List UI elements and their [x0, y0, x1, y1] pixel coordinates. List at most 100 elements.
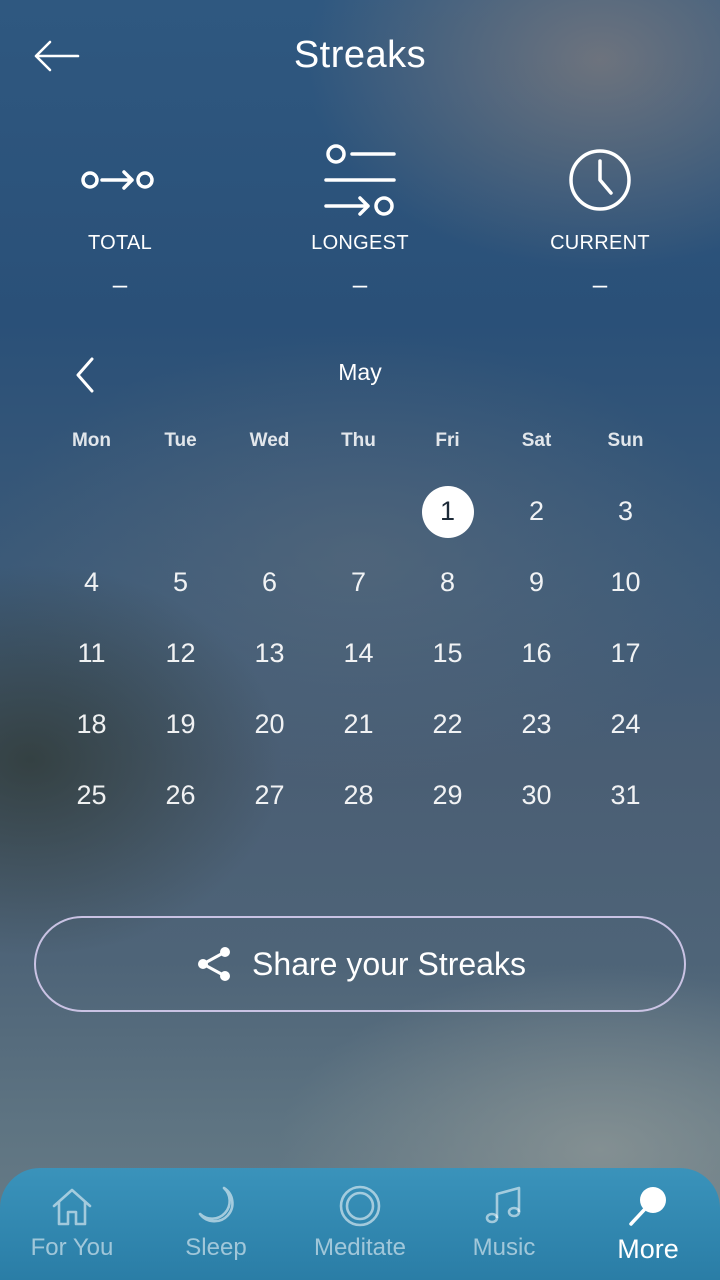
stat-total-label: TOTAL: [87, 232, 153, 254]
calendar-day-number: 2: [528, 496, 545, 526]
calendar-day-number: 16: [521, 638, 552, 668]
calendar-day[interactable]: 22: [403, 689, 492, 760]
calendar-day[interactable]: 21: [314, 689, 403, 760]
calendar-day-number: 4: [83, 567, 100, 597]
calendar-day[interactable]: 17: [581, 618, 670, 689]
calendar-day[interactable]: 15: [403, 618, 492, 689]
tab-more[interactable]: More: [576, 1168, 720, 1280]
tab-sleep[interactable]: Sleep: [144, 1168, 288, 1280]
calendar-blank: [136, 476, 225, 547]
tab-for-you[interactable]: For You: [0, 1168, 144, 1280]
tab-music[interactable]: Music: [432, 1168, 576, 1280]
calendar-day[interactable]: 7: [314, 547, 403, 618]
tab-meditate[interactable]: Meditate: [288, 1168, 432, 1280]
calendar-day-number: 6: [261, 567, 278, 597]
calendar-grid: 1 2 3 4 5 6 7 8 9 10 11 12 13 14 15 16 17 18 19 20 21 22 23 24 2…: [47, 476, 670, 831]
stat-current-label: CURRENT: [550, 232, 650, 254]
tab-label: Music: [472, 1234, 536, 1261]
tab-label: Sleep: [185, 1234, 247, 1261]
calendar-day[interactable]: 5: [136, 547, 225, 618]
calendar-day[interactable]: 3: [581, 476, 670, 547]
calendar-day-number: 8: [439, 567, 456, 597]
calendar-day-number: 14: [343, 638, 374, 668]
stat-total-value: –: [112, 269, 128, 299]
calendar-day-selected[interactable]: 1: [403, 476, 492, 547]
calendar-day-number: 7: [350, 567, 367, 597]
calendar-day-number: 28: [343, 780, 374, 810]
calendar-day-number: 9: [528, 567, 545, 597]
stat-current-value: –: [592, 269, 608, 299]
calendar-day-number: 13: [254, 638, 285, 668]
bottom-tab-bar: For You Sleep Meditate Music More: [0, 1168, 720, 1280]
tab-label: Meditate: [313, 1234, 407, 1261]
calendar-day[interactable]: 19: [136, 689, 225, 760]
calendar-day[interactable]: 24: [581, 689, 670, 760]
share-streaks-button[interactable]: Share your Streaks: [34, 916, 686, 1012]
calendar-day-number: 21: [343, 709, 374, 739]
house-icon: [52, 1188, 92, 1226]
top-bar: Streaks: [0, 0, 720, 112]
calendar-day[interactable]: 30: [492, 760, 581, 831]
calendar-day[interactable]: 28: [314, 760, 403, 831]
calendar-day-number: 18: [76, 709, 107, 739]
calendar-day-number: 27: [254, 780, 285, 810]
weekday-label: Thu: [341, 430, 376, 451]
calendar-day-number: 26: [165, 780, 196, 810]
calendar-day[interactable]: 23: [492, 689, 581, 760]
calendar-day-number: 11: [77, 638, 106, 668]
tab-label: For You: [30, 1234, 114, 1261]
calendar-day[interactable]: 6: [225, 547, 314, 618]
calendar-day[interactable]: 16: [492, 618, 581, 689]
calendar-day[interactable]: 14: [314, 618, 403, 689]
weekday-label: Sat: [521, 430, 552, 451]
tab-label: More: [617, 1234, 679, 1264]
stat-total: TOTAL –: [20, 140, 220, 299]
stat-current: CURRENT –: [500, 140, 700, 299]
calendar-day[interactable]: 2: [492, 476, 581, 547]
stat-longest-value: –: [352, 269, 368, 299]
calendar-day-number: 1: [421, 485, 474, 538]
calendar-day[interactable]: 29: [403, 760, 492, 831]
calendar-day[interactable]: 20: [225, 689, 314, 760]
calendar-day[interactable]: 27: [225, 760, 314, 831]
calendar-day-number: 17: [610, 638, 641, 668]
calendar-day[interactable]: 4: [47, 547, 136, 618]
calendar-day-number: 15: [432, 638, 463, 668]
list-arrow-icon: [260, 140, 460, 220]
calendar-day[interactable]: 26: [136, 760, 225, 831]
calendar-day[interactable]: 25: [47, 760, 136, 831]
calendar-day[interactable]: 10: [581, 547, 670, 618]
calendar-day[interactable]: 31: [581, 760, 670, 831]
calendar-day-number: 10: [610, 567, 641, 597]
share-button-label: Share your Streaks: [252, 945, 526, 982]
page-title: Streaks: [293, 34, 427, 76]
weekday-label: Sun: [607, 430, 644, 451]
weekday-label: Tue: [164, 430, 197, 451]
calendar-day-number: 19: [165, 709, 196, 739]
calendar-day[interactable]: 11: [47, 618, 136, 689]
calendar-day-number: 30: [521, 780, 552, 810]
calendar-blank: [314, 476, 403, 547]
calendar-day[interactable]: 18: [47, 689, 136, 760]
weekday-label: Mon: [71, 430, 112, 451]
calendar-day[interactable]: 8: [403, 547, 492, 618]
dots-arrow-icon: [20, 140, 220, 220]
month-label: May: [338, 359, 382, 385]
calendar-day[interactable]: 13: [225, 618, 314, 689]
moon-icon: [198, 1186, 234, 1223]
calendar-day[interactable]: 9: [492, 547, 581, 618]
stat-longest-label: LONGEST: [311, 232, 409, 254]
month-navigator: May: [0, 345, 720, 405]
calendar-day[interactable]: 12: [136, 618, 225, 689]
calendar-day-number: 12: [165, 638, 196, 668]
weekday-label: Wed: [249, 430, 290, 451]
calendar-day-number: 5: [172, 567, 189, 597]
clock-icon: [500, 140, 700, 220]
calendar-day-number: 25: [76, 780, 107, 810]
calendar-day-number: 23: [521, 709, 552, 739]
circle-icon: [339, 1185, 381, 1227]
calendar-day-number: 22: [432, 709, 463, 739]
calendar-day-number: 31: [610, 780, 641, 810]
calendar-blank: [225, 476, 314, 547]
calendar-day-number: 3: [617, 496, 634, 526]
